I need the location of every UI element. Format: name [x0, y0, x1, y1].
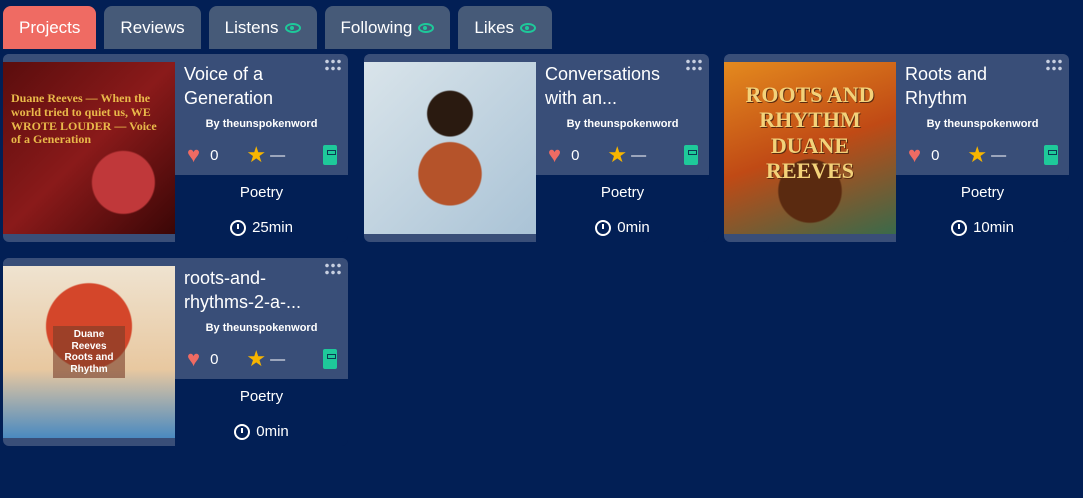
- notebook-icon[interactable]: [684, 145, 698, 165]
- like-count: 0: [571, 146, 580, 164]
- notebook-icon[interactable]: [323, 349, 337, 369]
- project-cover-image[interactable]: Duane Reeves Roots and Rhythm: [3, 266, 175, 438]
- cover-text: Duane Reeves Roots and Rhythm: [53, 326, 125, 378]
- project-stats: ♥ 0 ★ —: [908, 142, 1058, 168]
- tab-following[interactable]: Following: [324, 6, 451, 49]
- tab-label: Reviews: [120, 17, 185, 37]
- like-count: 0: [931, 146, 940, 164]
- star-icon: ★: [246, 142, 267, 167]
- project-stats: ♥ 0 ★ —: [548, 142, 698, 168]
- clock-icon: [234, 423, 251, 440]
- like-count: 0: [210, 350, 219, 368]
- eye-icon: [284, 22, 301, 33]
- project-author: By theunspokenword: [566, 118, 679, 130]
- drag-handle-icon[interactable]: [1045, 58, 1063, 72]
- duration-text: 25min: [252, 219, 293, 236]
- notebook-icon[interactable]: [323, 145, 337, 165]
- project-cover-image[interactable]: Duane Reeves — When the world tried to q…: [3, 62, 175, 234]
- project-duration: 10min: [896, 219, 1069, 236]
- project-card[interactable]: Duane Reeves Roots and Rhythm roots-and-…: [3, 258, 348, 446]
- tab-label: Likes: [474, 17, 515, 37]
- tab-likes[interactable]: Likes: [458, 6, 553, 49]
- project-cover-image[interactable]: [364, 62, 536, 234]
- project-duration: 25min: [175, 219, 348, 236]
- heart-icon[interactable]: ♥: [548, 142, 561, 168]
- duration-text: 0min: [256, 423, 289, 440]
- clock-icon: [951, 219, 968, 236]
- star-icon: ★: [967, 142, 988, 167]
- project-title[interactable]: Roots and Rhythm: [905, 62, 1045, 110]
- tab-label: Listens: [224, 17, 279, 37]
- drag-handle-icon[interactable]: [685, 58, 703, 72]
- project-author: By theunspokenword: [205, 118, 318, 130]
- project-card[interactable]: Conversations with an... By theunspokenw…: [364, 54, 709, 242]
- heart-icon[interactable]: ♥: [908, 142, 921, 168]
- project-author: By theunspokenword: [926, 118, 1039, 130]
- project-title[interactable]: Conversations with an...: [545, 62, 685, 110]
- project-title[interactable]: roots-and-rhythms-2-a-...: [184, 266, 324, 314]
- rating: —: [270, 350, 286, 368]
- star-icon: ★: [607, 142, 628, 167]
- duration-text: 0min: [617, 219, 650, 236]
- notebook-icon[interactable]: [1044, 145, 1058, 165]
- project-genre: Poetry: [600, 184, 645, 201]
- tab-reviews[interactable]: Reviews: [104, 6, 201, 49]
- tab-projects[interactable]: Projects: [3, 6, 97, 49]
- tab-label: Following: [340, 17, 413, 37]
- profile-tabs: Projects Reviews Listens Following Likes: [3, 6, 553, 49]
- star-icon: ★: [246, 346, 267, 371]
- rating: —: [631, 146, 647, 164]
- project-stats: ♥ 0 ★ —: [187, 142, 337, 168]
- drag-handle-icon[interactable]: [324, 58, 342, 72]
- tab-label: Projects: [19, 17, 81, 37]
- project-stats: ♥ 0 ★ —: [187, 346, 337, 372]
- project-genre: Poetry: [239, 184, 284, 201]
- clock-icon: [230, 219, 247, 236]
- project-card[interactable]: Duane Reeves — When the world tried to q…: [3, 54, 348, 242]
- project-duration: 0min: [175, 423, 348, 440]
- project-genre: Poetry: [239, 388, 284, 405]
- drag-handle-icon[interactable]: [324, 262, 342, 276]
- project-genre: Poetry: [960, 184, 1005, 201]
- eye-icon: [418, 22, 435, 33]
- heart-icon[interactable]: ♥: [187, 142, 200, 168]
- eye-icon: [520, 22, 537, 33]
- cover-text: ROOTS AND RHYTHM DUANE REEVES: [745, 82, 875, 183]
- clock-icon: [595, 219, 612, 236]
- project-duration: 0min: [536, 219, 709, 236]
- heart-icon[interactable]: ♥: [187, 346, 200, 372]
- project-cover-image[interactable]: ROOTS AND RHYTHM DUANE REEVES: [724, 62, 896, 234]
- like-count: 0: [210, 146, 219, 164]
- project-author: By theunspokenword: [205, 322, 318, 334]
- project-card[interactable]: ROOTS AND RHYTHM DUANE REEVES Roots and …: [724, 54, 1069, 242]
- cover-text: Duane Reeves — When the world tried to q…: [11, 91, 157, 147]
- duration-text: 10min: [973, 219, 1014, 236]
- rating: —: [991, 146, 1007, 164]
- tab-listens[interactable]: Listens: [208, 6, 317, 49]
- project-title[interactable]: Voice of a Generation: [184, 62, 324, 110]
- rating: —: [270, 146, 286, 164]
